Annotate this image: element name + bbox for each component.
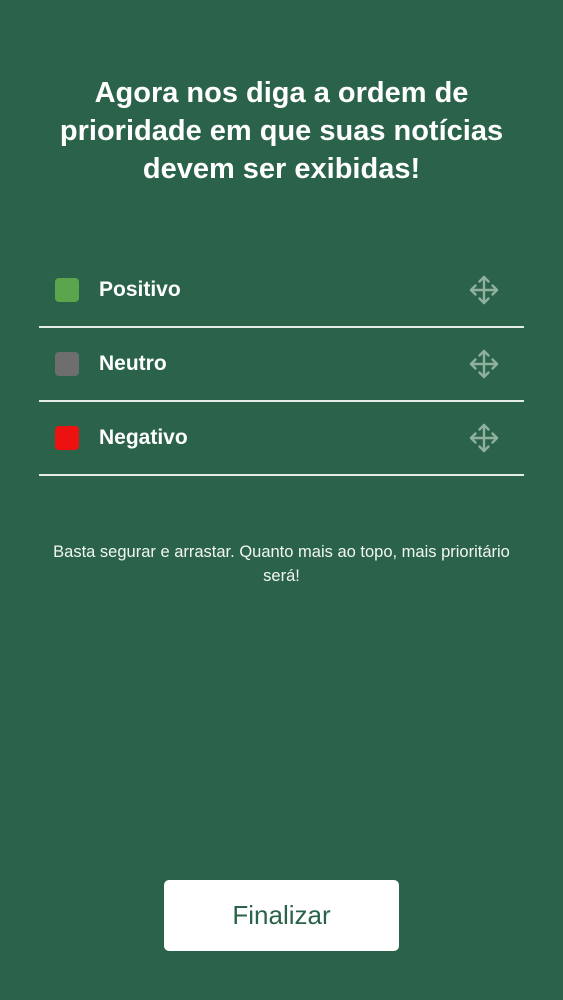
drag-handle-icon[interactable]: [468, 274, 500, 306]
list-item-label: Positivo: [99, 278, 181, 301]
color-swatch-neutro: [55, 352, 79, 376]
drag-handle-icon[interactable]: [468, 348, 500, 380]
color-swatch-negativo: [55, 426, 79, 450]
list-item-label: Negativo: [99, 426, 188, 449]
drag-handle-icon[interactable]: [468, 422, 500, 454]
list-item-label: Neutro: [99, 352, 167, 375]
priority-list: Positivo Neutro Negativo: [39, 254, 524, 476]
list-item-negativo[interactable]: Negativo: [39, 402, 524, 476]
page-title: Agora nos diga a ordem de prioridade em …: [59, 77, 504, 185]
drag-hint-text: Basta segurar e arrastar. Quanto mais ao…: [53, 543, 510, 585]
list-item-neutro[interactable]: Neutro: [39, 328, 524, 402]
list-item-positivo[interactable]: Positivo: [39, 254, 524, 328]
finish-button[interactable]: Finalizar: [164, 880, 399, 951]
color-swatch-positivo: [55, 278, 79, 302]
